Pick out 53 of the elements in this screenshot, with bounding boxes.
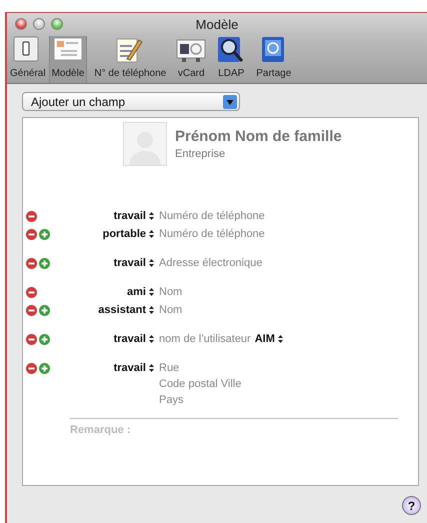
note-label: Remarque :: [70, 423, 132, 438]
add-field-dropdown[interactable]: Ajouter un champ: [22, 92, 240, 111]
toolbar-tab[interactable]: LDAP: [213, 35, 250, 83]
contact-name: Prénom Nom de famille: [175, 128, 342, 146]
stepper-icon: [148, 334, 155, 344]
toolbar-tab[interactable]: N° de téléphone: [91, 35, 170, 83]
field-label-selector[interactable]: travail: [114, 360, 155, 376]
field-placeholder[interactable]: Rue: [159, 360, 242, 376]
toolbar-tab[interactable]: Modèle: [48, 35, 88, 83]
field-placeholder[interactable]: Code postal Ville: [159, 376, 242, 392]
remove-field-button[interactable]: [26, 305, 37, 316]
field-placeholder[interactable]: Adresse électronique: [159, 255, 262, 271]
remove-field-button[interactable]: [26, 363, 37, 374]
field-placeholder[interactable]: Pays: [159, 392, 242, 408]
help-button[interactable]: ?: [402, 496, 421, 515]
company-name: Entreprise: [175, 147, 226, 162]
field-label-selector[interactable]: assistant: [98, 302, 155, 318]
field-label-selector[interactable]: travail: [114, 208, 155, 224]
service-selector[interactable]: AIM: [254, 331, 284, 347]
remove-field-button[interactable]: [26, 334, 37, 345]
field-placeholder[interactable]: Nom: [159, 302, 182, 318]
stepper-icon: [148, 287, 155, 297]
field-placeholder[interactable]: nom de l’utilisateur: [159, 331, 251, 347]
close-button[interactable]: [15, 18, 27, 30]
stepper-icon: [148, 229, 155, 239]
remove-field-button[interactable]: [26, 287, 37, 298]
add-field-button[interactable]: [39, 334, 50, 345]
stepper-icon: [148, 211, 155, 221]
field-placeholder[interactable]: Nom: [159, 284, 182, 300]
add-field-button[interactable]: [39, 305, 50, 316]
window-title: Modèle: [196, 16, 238, 34]
minimize-button[interactable]: [33, 18, 45, 30]
toolbar-tab[interactable]: vCard: [173, 35, 210, 83]
field-label-selector[interactable]: ami: [127, 284, 155, 300]
notepad-icon: [115, 36, 146, 63]
zoom-button[interactable]: [51, 18, 63, 30]
field-placeholder[interactable]: Numéro de téléphone: [159, 208, 265, 224]
toolbar-tab[interactable]: Général: [7, 35, 49, 83]
field-label-selector[interactable]: portable: [102, 226, 155, 242]
stepper-icon: [148, 305, 155, 315]
remove-field-button[interactable]: [26, 229, 37, 240]
stepper-icon: [276, 334, 284, 344]
add-field-button[interactable]: [39, 258, 50, 269]
stepper-icon: [148, 363, 155, 373]
toolbar-tab[interactable]: Partage: [253, 35, 294, 83]
remove-field-button[interactable]: [26, 211, 37, 222]
add-field-button[interactable]: [39, 363, 50, 374]
field-label-selector[interactable]: travail: [114, 331, 155, 347]
add-field-button[interactable]: [39, 229, 50, 240]
stepper-icon: [148, 258, 155, 268]
field-label-selector[interactable]: travail: [114, 255, 155, 271]
field-placeholder[interactable]: Numéro de téléphone: [159, 226, 265, 242]
remove-field-button[interactable]: [26, 258, 37, 269]
